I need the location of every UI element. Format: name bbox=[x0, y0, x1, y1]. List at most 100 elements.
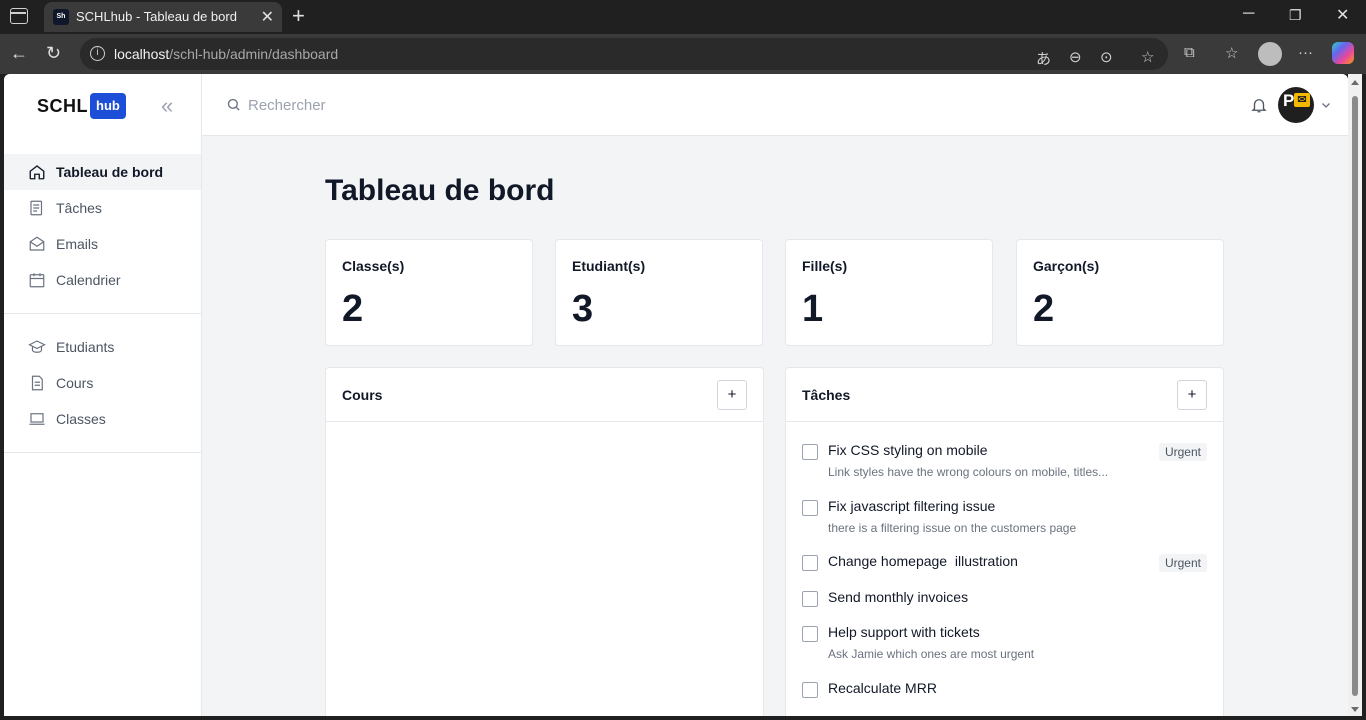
task-title: Recalculate MRR bbox=[828, 680, 937, 696]
browser-tab-bar: Sh SCHLhub - Tableau de bord ✕ + ─ ❐ ✕ bbox=[0, 0, 1366, 34]
card-title: Cours bbox=[342, 387, 383, 403]
logo-badge: hub bbox=[90, 93, 126, 119]
stat-value: 1 bbox=[802, 288, 824, 330]
add-course-button[interactable]: + bbox=[717, 380, 747, 410]
sidebar-item-tasks[interactable]: Tâches bbox=[4, 190, 201, 226]
tasks-icon bbox=[28, 199, 46, 217]
back-icon[interactable]: ← bbox=[10, 43, 28, 64]
new-tab-icon[interactable]: + bbox=[292, 3, 305, 29]
task-title: Help support with tickets bbox=[828, 624, 980, 640]
task-checkbox[interactable] bbox=[802, 626, 818, 642]
task-title: Send monthly invoices bbox=[828, 589, 969, 605]
reload-icon[interactable]: ↻ bbox=[46, 43, 61, 64]
collapse-sidebar-icon[interactable]: « bbox=[161, 93, 173, 119]
browser-profile-icon[interactable] bbox=[1258, 42, 1282, 66]
browser-tab[interactable]: Sh SCHLhub - Tableau de bord ✕ bbox=[44, 2, 282, 32]
avatar-initials: P bbox=[1283, 91, 1295, 110]
courses-card: Cours + bbox=[325, 367, 764, 716]
sidebar-item-label: Cours bbox=[56, 375, 94, 391]
task-checkbox[interactable] bbox=[802, 555, 818, 571]
settings-menu-icon[interactable]: ··· bbox=[1298, 44, 1313, 61]
task-title: Fix CSS styling on mobile bbox=[828, 442, 988, 458]
document-icon bbox=[28, 374, 46, 392]
stat-card-classes: Classe(s) 2 bbox=[325, 239, 533, 346]
url-field[interactable]: i localhost/schl-hub/admin/dashboard あ ⊖… bbox=[80, 38, 1168, 70]
avatar[interactable]: P ✉ bbox=[1278, 87, 1314, 123]
page-title: Tableau de bord bbox=[325, 174, 555, 207]
chevron-down-icon[interactable] bbox=[1320, 98, 1332, 116]
translate-icon[interactable]: あ bbox=[1036, 48, 1051, 69]
scroll-thumb[interactable] bbox=[1352, 96, 1358, 696]
graduation-cap-icon bbox=[28, 338, 46, 356]
sidebar-item-label: Tâches bbox=[56, 200, 102, 216]
sidebar-item-label: Classes bbox=[56, 411, 106, 427]
sidebar-item-courses[interactable]: Cours bbox=[4, 365, 201, 401]
sidebar-item-dashboard[interactable]: Tableau de bord bbox=[4, 154, 201, 190]
sidebar-item-calendar[interactable]: Calendrier bbox=[4, 262, 201, 298]
stat-label: Classe(s) bbox=[342, 258, 405, 274]
more-tools-icon[interactable]: ⊙ bbox=[1100, 48, 1113, 66]
task-checkbox[interactable] bbox=[802, 500, 818, 516]
page-scrollbar[interactable] bbox=[1348, 74, 1362, 716]
stat-card-boys: Garçon(s) 2 bbox=[1016, 239, 1224, 346]
url-path: /schl-hub/admin/dashboard bbox=[169, 46, 339, 62]
sidebar-divider bbox=[4, 313, 201, 314]
card-title: Tâches bbox=[802, 387, 851, 403]
task-checkbox[interactable] bbox=[802, 444, 818, 460]
urgent-badge: Urgent bbox=[1158, 554, 1207, 572]
sidebar-item-label: Tableau de bord bbox=[56, 164, 164, 180]
task-description: Ask Jamie which ones are most urgent bbox=[828, 647, 1035, 661]
mail-icon: ✉ bbox=[1294, 93, 1310, 107]
notification-bell-icon[interactable] bbox=[1250, 96, 1268, 119]
scroll-up-icon[interactable] bbox=[1351, 80, 1359, 85]
task-checkbox[interactable] bbox=[802, 682, 818, 698]
sidebar-divider bbox=[4, 452, 201, 453]
stat-label: Etudiant(s) bbox=[572, 258, 646, 274]
top-bar: P ✉ bbox=[202, 74, 1348, 136]
task-description: there is a filtering issue on the custom… bbox=[828, 521, 1077, 535]
favorite-star-icon[interactable]: ☆ bbox=[1141, 48, 1154, 66]
main-content: Tableau de bord Classe(s) 2 Etudiant(s) … bbox=[202, 136, 1348, 716]
close-window-icon[interactable]: ✕ bbox=[1336, 5, 1349, 25]
stat-value: 2 bbox=[1033, 288, 1055, 330]
mail-icon bbox=[28, 235, 46, 253]
task-description: Link styles have the wrong colours on mo… bbox=[828, 465, 1109, 479]
sidebar-item-students[interactable]: Etudiants bbox=[4, 329, 201, 365]
sidebar-item-classes[interactable]: Classes bbox=[4, 401, 201, 437]
app-viewport: SCHL hub « Tableau de bord Tâches Emails… bbox=[4, 74, 1348, 716]
task-title: Fix javascript filtering issue bbox=[828, 498, 996, 514]
zoom-icon[interactable]: ⊖ bbox=[1069, 48, 1082, 66]
extensions-icon[interactable]: ⧉ bbox=[1184, 44, 1195, 61]
copilot-icon[interactable] bbox=[1332, 42, 1354, 64]
sidebar-item-label: Etudiants bbox=[56, 339, 115, 355]
urgent-badge: Urgent bbox=[1158, 443, 1207, 461]
laptop-icon bbox=[28, 410, 46, 428]
sidebar-item-label: Emails bbox=[56, 236, 99, 252]
address-bar: ← ↻ i localhost/schl-hub/admin/dashboard… bbox=[0, 34, 1366, 74]
tab-actions-icon[interactable] bbox=[10, 8, 28, 24]
stat-card-girls: Fille(s) 1 bbox=[785, 239, 993, 346]
sidebar-item-label: Calendrier bbox=[56, 272, 121, 288]
sidebar-item-emails[interactable]: Emails bbox=[4, 226, 201, 262]
task-title: Change homepage illustration bbox=[828, 553, 1018, 569]
close-tab-icon[interactable]: ✕ bbox=[261, 7, 274, 27]
favicon-icon: Sh bbox=[53, 9, 69, 25]
scroll-down-icon[interactable] bbox=[1351, 707, 1359, 712]
add-task-button[interactable]: + bbox=[1177, 380, 1207, 410]
sidebar: SCHL hub « Tableau de bord Tâches Emails… bbox=[4, 74, 202, 716]
site-info-icon[interactable]: i bbox=[90, 46, 105, 61]
minimize-icon[interactable]: ─ bbox=[1243, 5, 1254, 23]
calendar-icon bbox=[28, 271, 46, 289]
stat-label: Garçon(s) bbox=[1033, 258, 1100, 274]
sidebar-nav: Tableau de bord Tâches Emails Calendrier bbox=[4, 154, 201, 453]
url-host: localhost bbox=[114, 46, 170, 62]
tasks-card: Tâches + Fix CSS styling on mobile Link … bbox=[785, 367, 1224, 716]
stat-value: 3 bbox=[572, 288, 594, 330]
search-input[interactable] bbox=[248, 94, 748, 116]
favorites-icon[interactable]: ☆ bbox=[1225, 44, 1238, 62]
card-header: Tâches + bbox=[786, 368, 1223, 422]
task-checkbox[interactable] bbox=[802, 591, 818, 607]
restore-icon[interactable]: ❐ bbox=[1289, 7, 1302, 24]
stat-value: 2 bbox=[342, 288, 364, 330]
logo[interactable]: SCHL hub bbox=[37, 92, 126, 120]
